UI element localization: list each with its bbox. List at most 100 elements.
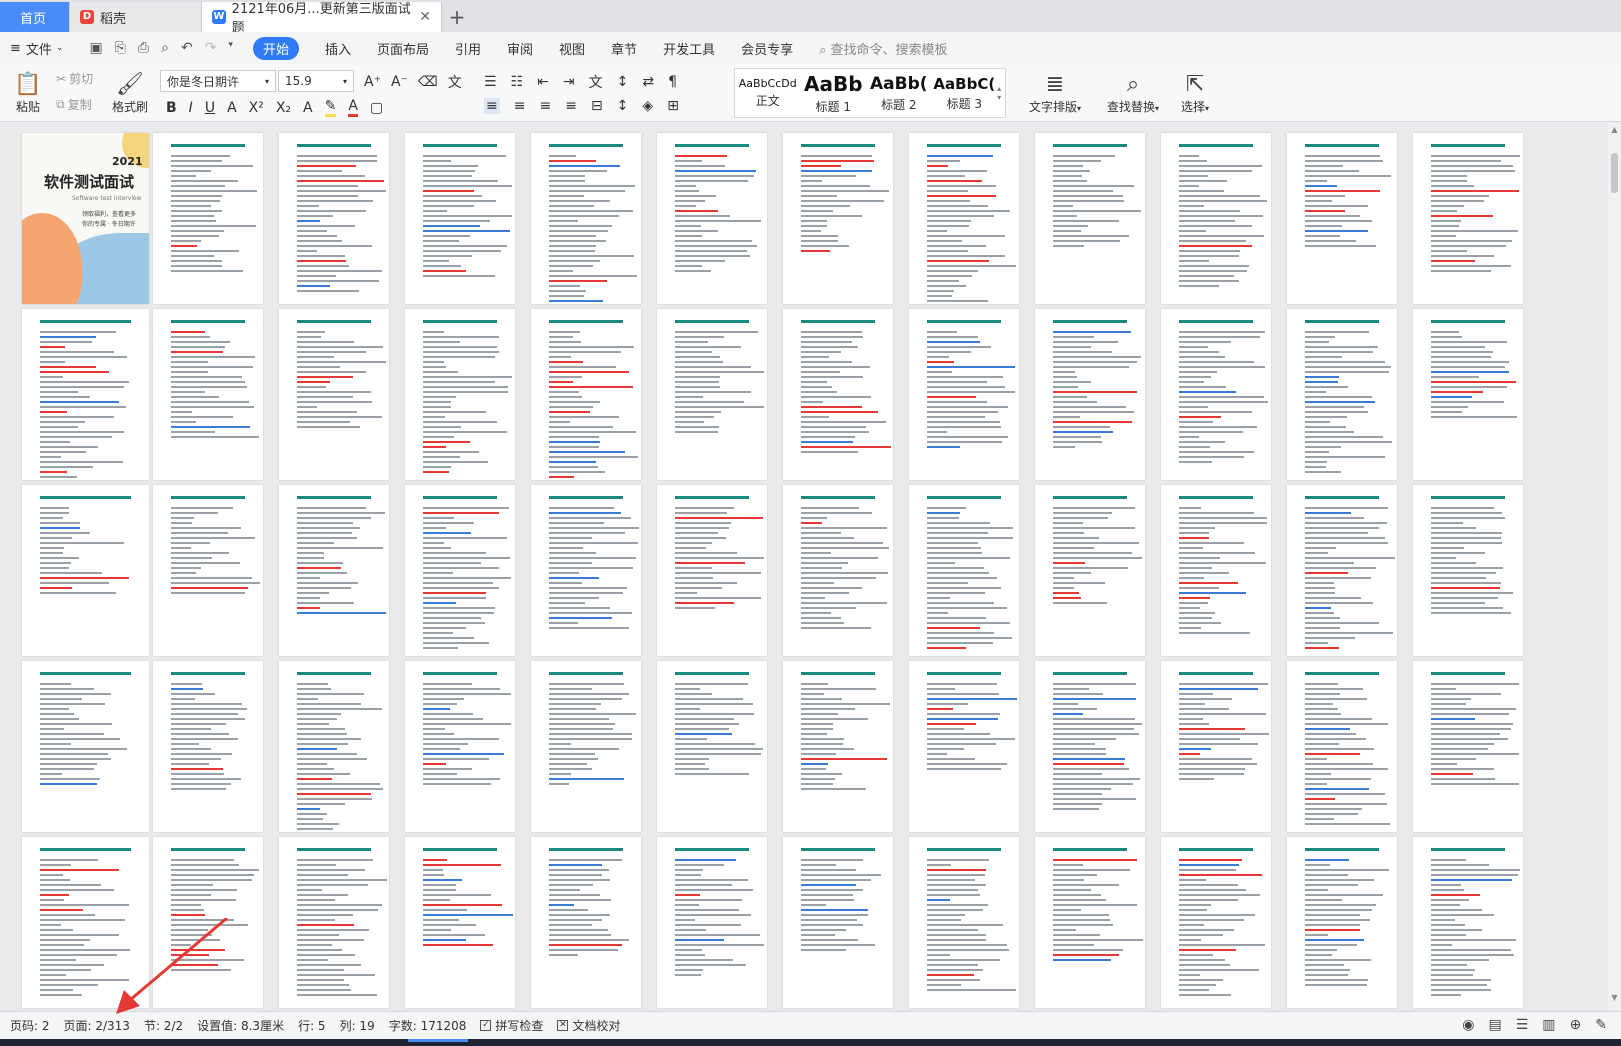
- web-view-icon[interactable]: ⊕: [1570, 1017, 1582, 1033]
- status-page-code[interactable]: 页码: 2: [10, 1017, 50, 1034]
- bold-icon[interactable]: B: [166, 100, 177, 116]
- page-thumbnail[interactable]: [279, 133, 389, 304]
- show-marks-icon[interactable]: ¶: [668, 74, 677, 90]
- copy-button[interactable]: ⧉ 复制: [56, 96, 92, 113]
- highlight-icon[interactable]: ✎: [324, 98, 337, 117]
- page-thumbnail[interactable]: [405, 485, 515, 656]
- increase-indent-icon[interactable]: ⇥: [563, 74, 575, 90]
- pen-icon[interactable]: ✎: [1595, 1017, 1607, 1033]
- justify-icon[interactable]: ≡: [565, 98, 577, 114]
- page-thumbnail[interactable]: [1035, 661, 1145, 832]
- sort-icon[interactable]: ↕: [617, 74, 629, 90]
- eye-protection-icon[interactable]: ◉: [1462, 1017, 1474, 1033]
- scroll-thumb[interactable]: [1611, 153, 1618, 193]
- menu-insert[interactable]: 插入: [325, 39, 351, 58]
- command-search[interactable]: ⌕ 查找命令、搜索模板: [819, 39, 947, 58]
- status-word-count[interactable]: 字数: 171208: [389, 1017, 467, 1034]
- page-thumbnail[interactable]: [405, 837, 515, 1008]
- page-thumbnail[interactable]: [153, 661, 263, 832]
- page-thumbnail[interactable]: [657, 133, 767, 304]
- shading-icon[interactable]: ◈: [642, 98, 653, 114]
- page-thumbnail-cover[interactable]: 2021 软件测试面试 Software test interview 领取福利…: [22, 133, 149, 304]
- page-thumbnail[interactable]: [1035, 133, 1145, 304]
- page-thumbnail[interactable]: [22, 837, 149, 1008]
- page-thumbnail[interactable]: [783, 661, 893, 832]
- line-spacing-icon[interactable]: ↕: [617, 98, 629, 114]
- style-heading-1[interactable]: AaBb 标题 1: [801, 69, 867, 117]
- save-icon[interactable]: ▣: [89, 40, 102, 56]
- page-thumbnail[interactable]: [1287, 133, 1397, 304]
- page-thumbnail[interactable]: [1161, 485, 1271, 656]
- undo-icon[interactable]: ↶: [181, 40, 193, 56]
- reading-view-icon[interactable]: ▥: [1542, 1017, 1555, 1033]
- style-heading-2[interactable]: AaBb( 标题 2: [866, 69, 932, 117]
- tab-document[interactable]: W 2121年06月...更新第三版面试题 ✕: [202, 2, 442, 36]
- page-thumbnail[interactable]: [1287, 309, 1397, 480]
- page-thumbnail[interactable]: [909, 485, 1019, 656]
- page-thumbnail[interactable]: [1161, 133, 1271, 304]
- bullet-list-icon[interactable]: ☰: [484, 74, 497, 90]
- outline-view-icon[interactable]: ☰: [1516, 1017, 1529, 1033]
- menu-file[interactable]: ≡ 文件 ⌄: [10, 39, 63, 58]
- page-thumbnail[interactable]: [22, 485, 149, 656]
- page-thumbnail[interactable]: [22, 661, 149, 832]
- font-color-icon[interactable]: A: [348, 98, 358, 117]
- tab-daoke[interactable]: D 稻壳: [70, 2, 202, 32]
- font-name-select[interactable]: 你是冬日期许 ▾: [160, 70, 276, 92]
- page-thumbnail[interactable]: [531, 837, 641, 1008]
- page-thumbnail[interactable]: [909, 661, 1019, 832]
- page-thumbnail[interactable]: [405, 661, 515, 832]
- page-thumbnail[interactable]: [22, 309, 149, 480]
- page-thumbnail[interactable]: [279, 837, 389, 1008]
- grow-font-icon[interactable]: A⁺: [364, 74, 381, 90]
- redo-icon[interactable]: ↷: [205, 40, 217, 56]
- menu-view[interactable]: 视图: [559, 39, 585, 58]
- strikethrough-icon[interactable]: A: [227, 100, 237, 116]
- status-page[interactable]: 页面: 2/313: [64, 1017, 130, 1034]
- export-icon[interactable]: ⎘: [115, 40, 126, 56]
- page-thumbnail[interactable]: [153, 309, 263, 480]
- menu-start[interactable]: 开始: [252, 36, 299, 60]
- find-replace-button[interactable]: ⌕ 查找替换▾: [1098, 68, 1168, 118]
- scroll-up-icon[interactable]: ▲: [1608, 125, 1621, 134]
- page-thumbnail[interactable]: [1413, 133, 1523, 304]
- style-heading-3[interactable]: AaBbC( 标题 3: [932, 69, 998, 117]
- print-icon[interactable]: ⎙: [138, 40, 149, 56]
- shrink-font-icon[interactable]: A⁻: [391, 74, 408, 90]
- chinese-layout-icon[interactable]: 文: [589, 72, 603, 92]
- menu-references[interactable]: 引用: [455, 39, 481, 58]
- menu-member[interactable]: 会员专享: [741, 39, 793, 58]
- page-thumbnail[interactable]: [279, 309, 389, 480]
- align-center-icon[interactable]: ≡: [514, 98, 526, 114]
- page-thumbnail[interactable]: [1287, 661, 1397, 832]
- paste-button[interactable]: 📋 粘贴: [8, 68, 48, 118]
- decrease-indent-icon[interactable]: ⇤: [537, 74, 549, 90]
- style-normal[interactable]: AaBbCcDd 正文: [735, 69, 801, 117]
- page-thumbnail[interactable]: [1287, 837, 1397, 1008]
- page-thumbnail[interactable]: [1161, 661, 1271, 832]
- select-button[interactable]: ⇱ 选择▾: [1172, 68, 1218, 118]
- page-thumbnail[interactable]: [153, 837, 263, 1008]
- page-thumbnail[interactable]: [279, 485, 389, 656]
- page-thumbnail[interactable]: [783, 133, 893, 304]
- page-thumbnail[interactable]: [657, 309, 767, 480]
- distribute-icon[interactable]: ⊟: [591, 98, 603, 114]
- page-thumbnail[interactable]: [1161, 309, 1271, 480]
- page-thumbnail[interactable]: [531, 661, 641, 832]
- format-painter-button[interactable]: 🖌 格式刷: [110, 68, 150, 118]
- page-thumbnail[interactable]: [909, 133, 1019, 304]
- align-left-icon[interactable]: ≡: [484, 98, 500, 114]
- page-thumbnail[interactable]: [909, 837, 1019, 1008]
- borders-icon[interactable]: ⊞: [667, 98, 679, 114]
- page-thumbnail[interactable]: [1413, 837, 1523, 1008]
- subscript-icon[interactable]: X₂: [276, 100, 291, 116]
- menu-review[interactable]: 审阅: [507, 39, 533, 58]
- text-direction-icon[interactable]: ⇄: [642, 74, 654, 90]
- tab-home[interactable]: 首页: [0, 2, 70, 32]
- text-effect-icon[interactable]: A: [303, 100, 313, 116]
- page-thumbnail[interactable]: [1161, 837, 1271, 1008]
- page-thumbnail[interactable]: [1413, 661, 1523, 832]
- numbered-list-icon[interactable]: ☷: [511, 74, 524, 90]
- char-border-icon[interactable]: ▢: [370, 100, 383, 116]
- scroll-down-icon[interactable]: ▼: [1608, 993, 1621, 1002]
